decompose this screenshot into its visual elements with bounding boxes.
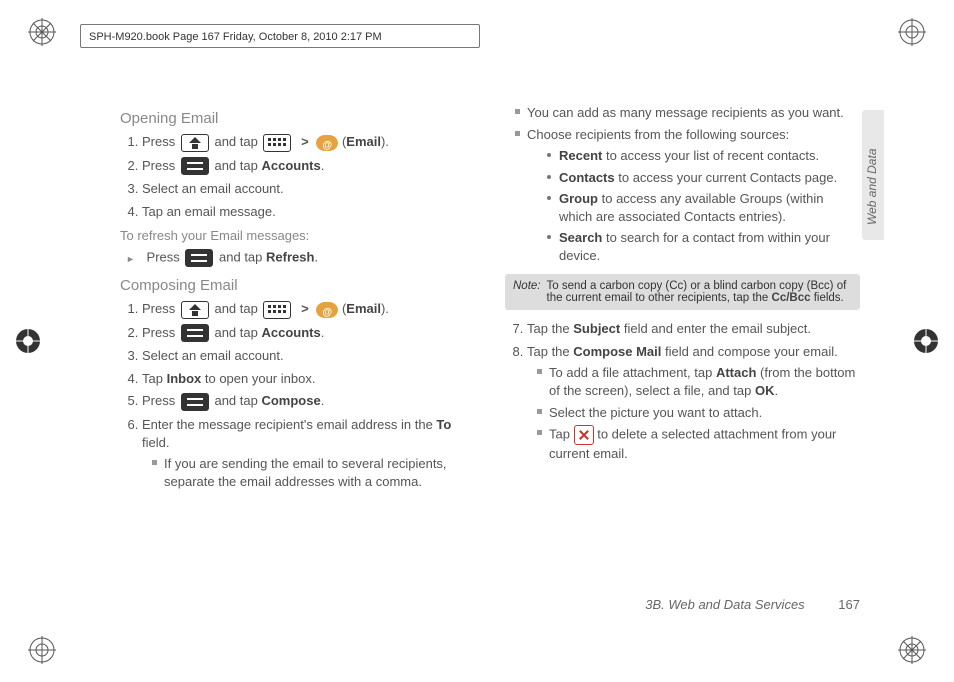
section-tab: Web and Data xyxy=(862,110,884,240)
note-label: Note: xyxy=(513,280,541,304)
step: Tap the Subject field and enter the emai… xyxy=(527,320,860,338)
menu-key-icon xyxy=(181,324,209,342)
registration-mark-icon xyxy=(898,18,926,46)
page-header-meta: SPH-M920.book Page 167 Friday, October 8… xyxy=(80,24,480,48)
home-key-icon xyxy=(181,134,209,152)
source-item: Recent to access your list of recent con… xyxy=(547,147,860,165)
source-item: Group to access any available Groups (wi… xyxy=(547,190,860,225)
email-app-icon xyxy=(316,135,338,151)
note-box: Note: To send a carbon copy (Cc) or a bl… xyxy=(505,274,860,310)
substep: If you are sending the email to several … xyxy=(152,455,475,490)
source-item: Contacts to access your current Contacts… xyxy=(547,169,860,187)
right-column: You can add as many message recipients a… xyxy=(505,100,860,498)
note-body: To send a carbon copy (Cc) or a blind ca… xyxy=(547,280,853,304)
step: Select an email account. xyxy=(142,180,475,198)
page-footer: 3B. Web and Data Services 167 xyxy=(500,597,860,612)
registration-mark-icon xyxy=(898,636,926,664)
step: Enter the message recipient's email addr… xyxy=(142,416,475,490)
step: Tap Inbox to open your inbox. xyxy=(142,370,475,388)
heading-composing-email: Composing Email xyxy=(120,277,475,294)
menu-key-icon xyxy=(185,249,213,267)
step: Press and tap Accounts. xyxy=(142,324,475,343)
registration-mark-icon xyxy=(912,327,940,355)
substep: Tap to delete a selected attachment from… xyxy=(537,425,860,463)
page-content: Opening Email Press and tap > (Email). P… xyxy=(120,100,860,498)
heading-opening-email: Opening Email xyxy=(120,110,475,127)
opening-steps: Press and tap > (Email). Press and tap A… xyxy=(120,133,475,220)
source-item: Search to search for a contact from with… xyxy=(547,229,860,264)
refresh-step: Press and tap Refresh. xyxy=(126,249,475,267)
left-column: Opening Email Press and tap > (Email). P… xyxy=(120,100,475,498)
menu-key-icon xyxy=(181,393,209,411)
step: Tap an email message. xyxy=(142,203,475,221)
section-tab-label: Web and Data xyxy=(865,149,879,226)
substep: Choose recipients from the following sou… xyxy=(515,126,860,265)
footer-section: 3B. Web and Data Services xyxy=(645,597,804,612)
delete-attachment-icon xyxy=(574,425,594,445)
home-key-icon xyxy=(181,301,209,319)
step: Press and tap Compose. xyxy=(142,392,475,411)
footer-page-number: 167 xyxy=(838,597,860,612)
substep: To add a file attachment, tap Attach (fr… xyxy=(537,364,860,399)
composing-steps: Press and tap > (Email). Press and tap A… xyxy=(120,300,475,490)
step: Select an email account. xyxy=(142,347,475,365)
substep: Select the picture you want to attach. xyxy=(537,404,860,422)
step: Tap the Compose Mail field and compose y… xyxy=(527,343,860,463)
registration-mark-icon xyxy=(14,327,42,355)
composing-steps-continued: Tap the Subject field and enter the emai… xyxy=(505,320,860,462)
subheading-refresh: To refresh your Email messages: xyxy=(120,228,475,243)
step: Press and tap Accounts. xyxy=(142,157,475,176)
substep: You can add as many message recipients a… xyxy=(515,104,860,122)
apps-grid-icon xyxy=(263,301,291,319)
registration-mark-icon xyxy=(28,18,56,46)
email-app-icon xyxy=(316,302,338,318)
registration-mark-icon xyxy=(28,636,56,664)
step: Press and tap > (Email). xyxy=(142,133,475,152)
step: Press and tap > (Email). xyxy=(142,300,475,319)
menu-key-icon xyxy=(181,157,209,175)
apps-grid-icon xyxy=(263,134,291,152)
